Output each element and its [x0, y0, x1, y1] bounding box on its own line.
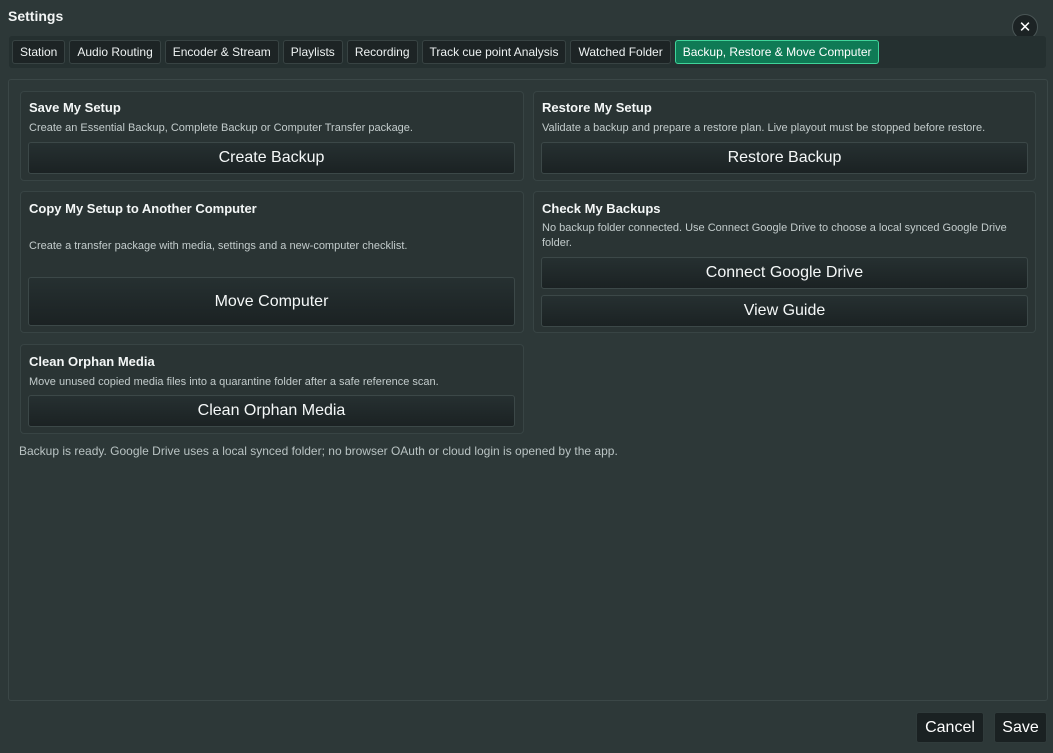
status-message: Backup is ready. Google Drive uses a loc…: [19, 444, 618, 458]
clean-orphan-media-card: Clean Orphan Media Move unused copied me…: [20, 344, 524, 434]
close-icon: ✕: [1018, 18, 1032, 36]
save-setup-card: Save My Setup Create an Essential Backup…: [20, 91, 524, 181]
restore-setup-description: Validate a backup and prepare a restore …: [542, 122, 986, 134]
view-guide-button[interactable]: View Guide: [541, 295, 1028, 327]
check-backups-description: No backup folder connected. Use Connect …: [542, 222, 1007, 249]
create-backup-button[interactable]: Create Backup: [28, 142, 515, 174]
clean-orphan-media-title: Clean Orphan Media: [29, 354, 155, 369]
tab-audio-routing[interactable]: Audio Routing: [69, 40, 161, 64]
check-backups-title: Check My Backups: [542, 201, 661, 216]
save-setup-description: Create an Essential Backup, Complete Bac…: [29, 122, 413, 134]
tab-playlists[interactable]: Playlists: [282, 40, 343, 64]
settings-window: Settings ✕ Station Audio Routing Encoder…: [0, 0, 1053, 753]
check-backups-card: Check My Backups No backup folder connec…: [533, 191, 1036, 333]
tab-list: Station Audio Routing Encoder & Stream P…: [12, 40, 880, 64]
copy-setup-title: Copy My Setup to Another Computer: [29, 201, 257, 216]
clean-orphan-media-description: Move unused copied media files into a qu…: [29, 376, 439, 388]
restore-setup-card: Restore My Setup Validate a backup and p…: [533, 91, 1036, 181]
cancel-button[interactable]: Cancel: [916, 712, 984, 743]
tab-track-cue-point-analysis[interactable]: Track cue point Analysis: [421, 40, 567, 64]
restore-setup-title: Restore My Setup: [542, 100, 652, 115]
restore-backup-button[interactable]: Restore Backup: [541, 142, 1028, 174]
copy-setup-description: Create a transfer package with media, se…: [29, 240, 408, 252]
tab-recording[interactable]: Recording: [346, 40, 418, 64]
move-computer-button[interactable]: Move Computer: [28, 277, 515, 326]
clean-orphan-media-button[interactable]: Clean Orphan Media: [28, 395, 515, 427]
tab-backup-restore-move[interactable]: Backup, Restore & Move Computer: [674, 40, 880, 64]
save-setup-title: Save My Setup: [29, 100, 121, 115]
save-button[interactable]: Save: [994, 712, 1047, 743]
tab-station[interactable]: Station: [12, 40, 66, 64]
tab-watched-folder[interactable]: Watched Folder: [570, 40, 671, 64]
connect-google-drive-button[interactable]: Connect Google Drive: [541, 257, 1028, 289]
tab-encoder-stream[interactable]: Encoder & Stream: [164, 40, 279, 64]
window-title: Settings: [8, 8, 64, 24]
copy-setup-card: Copy My Setup to Another Computer Create…: [20, 191, 524, 333]
